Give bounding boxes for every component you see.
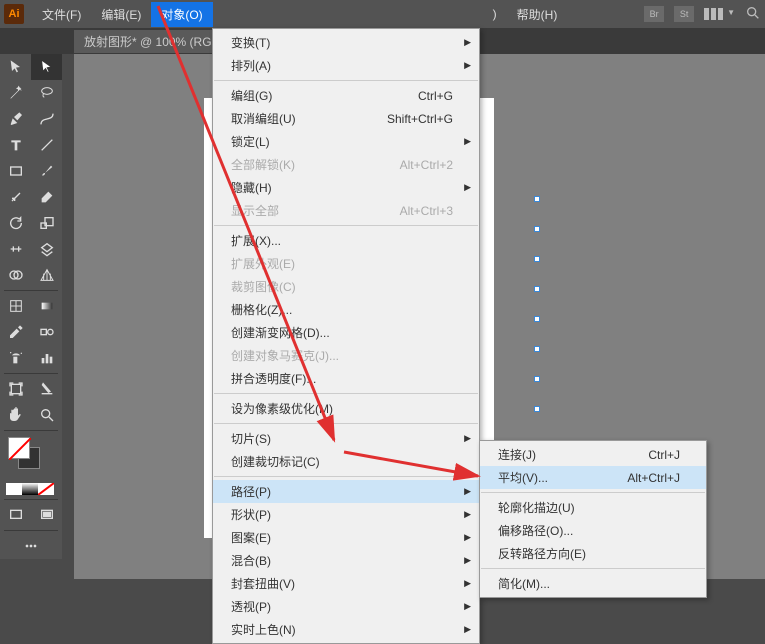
menu-item: 扩展外观(E): [213, 252, 479, 275]
edit-toolbar[interactable]: [0, 533, 62, 559]
menu-item[interactable]: 栅格化(Z)...: [213, 298, 479, 321]
search-ui-icon[interactable]: [745, 5, 761, 24]
rectangle-tool[interactable]: [0, 158, 31, 184]
anchor-point[interactable]: [534, 196, 540, 202]
menu-item[interactable]: 隐藏(H)▶: [213, 176, 479, 199]
fill-stroke-swatches[interactable]: [8, 437, 48, 477]
path-submenu: 连接(J)Ctrl+J平均(V)...Alt+Ctrl+J 轮廓化描边(U)偏移路…: [479, 440, 707, 598]
menu-item: 裁剪图像(C): [213, 275, 479, 298]
direct-selection-tool[interactable]: [31, 54, 62, 80]
paintbrush-tool[interactable]: [31, 158, 62, 184]
menu-object[interactable]: 对象(O): [151, 2, 212, 27]
workspace-switcher-icon[interactable]: ▼: [704, 8, 735, 20]
menu-item: 显示全部Alt+Ctrl+3: [213, 199, 479, 222]
menu-item[interactable]: 平均(V)...Alt+Ctrl+J: [480, 466, 706, 489]
mesh-tool[interactable]: [0, 293, 31, 319]
zoom-tool[interactable]: [31, 402, 62, 428]
magic-wand-tool[interactable]: [0, 80, 31, 106]
symbol-sprayer-tool[interactable]: [0, 345, 31, 371]
menu-item[interactable]: 轮廓化描边(U): [480, 496, 706, 519]
tools-panel: [0, 54, 62, 559]
menu-item: 创建对象马赛克(J)...: [213, 344, 479, 367]
menu-item[interactable]: 简化(M)...: [480, 572, 706, 595]
free-transform-tool[interactable]: [31, 236, 62, 262]
menu-item[interactable]: 编组(G)Ctrl+G: [213, 84, 479, 107]
screen-mode-toggle[interactable]: [31, 502, 62, 528]
line-tool[interactable]: [31, 132, 62, 158]
lasso-tool[interactable]: [31, 80, 62, 106]
artboard-tool[interactable]: [0, 376, 31, 402]
gradient-tool[interactable]: [31, 293, 62, 319]
menu-item[interactable]: 扩展(X)...: [213, 229, 479, 252]
menu-help[interactable]: 帮助(H): [507, 2, 568, 27]
slice-tool[interactable]: [31, 376, 62, 402]
menu-item[interactable]: 创建渐变网格(D)...: [213, 321, 479, 344]
menu-item: 全部解锁(K)Alt+Ctrl+2: [213, 153, 479, 176]
menu-item[interactable]: 切片(S)▶: [213, 427, 479, 450]
menu-bar: Ai 文件(F) 编辑(E) 对象(O) ) 帮助(H) Br St ▼: [0, 0, 765, 28]
anchor-point[interactable]: [534, 256, 540, 262]
menu-item[interactable]: 锁定(L)▶: [213, 130, 479, 153]
menu-item[interactable]: 设为像素级优化(M): [213, 397, 479, 420]
rotate-tool[interactable]: [0, 210, 31, 236]
selection-tool[interactable]: [0, 54, 31, 80]
menu-item[interactable]: 变换(T)▶: [213, 31, 479, 54]
object-menu-dropdown: 变换(T)▶排列(A)▶ 编组(G)Ctrl+G取消编组(U)Shift+Ctrl…: [212, 28, 480, 644]
anchor-point[interactable]: [534, 286, 540, 292]
scale-tool[interactable]: [31, 210, 62, 236]
menu-item[interactable]: 创建裁切标记(C): [213, 450, 479, 473]
type-tool[interactable]: [0, 132, 31, 158]
eraser-tool[interactable]: [31, 184, 62, 210]
menu-item[interactable]: 偏移路径(O)...: [480, 519, 706, 542]
document-tab[interactable]: 放射图形* @ 100% (RGB: [74, 30, 230, 53]
eyedropper-tool[interactable]: [0, 319, 31, 345]
shaper-tool[interactable]: [0, 184, 31, 210]
hand-tool[interactable]: [0, 402, 31, 428]
menu-item[interactable]: 取消编组(U)Shift+Ctrl+G: [213, 107, 479, 130]
menu-edit[interactable]: 编辑(E): [91, 2, 151, 27]
app-logo: Ai: [4, 4, 24, 24]
menu-partial[interactable]: ): [483, 3, 507, 25]
menu-item[interactable]: 封套扭曲(V)▶: [213, 572, 479, 595]
menu-file[interactable]: 文件(F): [32, 2, 91, 27]
perspective-grid-tool[interactable]: [31, 262, 62, 288]
pen-tool[interactable]: [0, 106, 31, 132]
menu-item[interactable]: 连接(J)Ctrl+J: [480, 443, 706, 466]
menu-item[interactable]: 拼合透明度(F)...: [213, 367, 479, 390]
anchor-point[interactable]: [534, 226, 540, 232]
color-mode-selector[interactable]: [6, 483, 56, 495]
menu-item[interactable]: 混合(B)▶: [213, 549, 479, 572]
menu-item[interactable]: 排列(A)▶: [213, 54, 479, 77]
width-tool[interactable]: [0, 236, 31, 262]
anchor-point[interactable]: [534, 406, 540, 412]
anchor-point[interactable]: [534, 376, 540, 382]
curvature-tool[interactable]: [31, 106, 62, 132]
shape-builder-tool[interactable]: [0, 262, 31, 288]
anchor-point[interactable]: [534, 316, 540, 322]
column-graph-tool[interactable]: [31, 345, 62, 371]
blend-tool[interactable]: [31, 319, 62, 345]
bridge-icon[interactable]: Br: [644, 6, 664, 22]
anchor-point[interactable]: [534, 346, 540, 352]
menu-item[interactable]: 图案(E)▶: [213, 526, 479, 549]
menu-item[interactable]: 实时上色(N)▶: [213, 618, 479, 641]
menu-item[interactable]: 形状(P)▶: [213, 503, 479, 526]
menu-item[interactable]: 路径(P)▶: [213, 480, 479, 503]
screen-mode-normal[interactable]: [0, 502, 31, 528]
stock-icon[interactable]: St: [674, 6, 694, 22]
menu-item[interactable]: 透视(P)▶: [213, 595, 479, 618]
menu-item[interactable]: 反转路径方向(E): [480, 542, 706, 565]
